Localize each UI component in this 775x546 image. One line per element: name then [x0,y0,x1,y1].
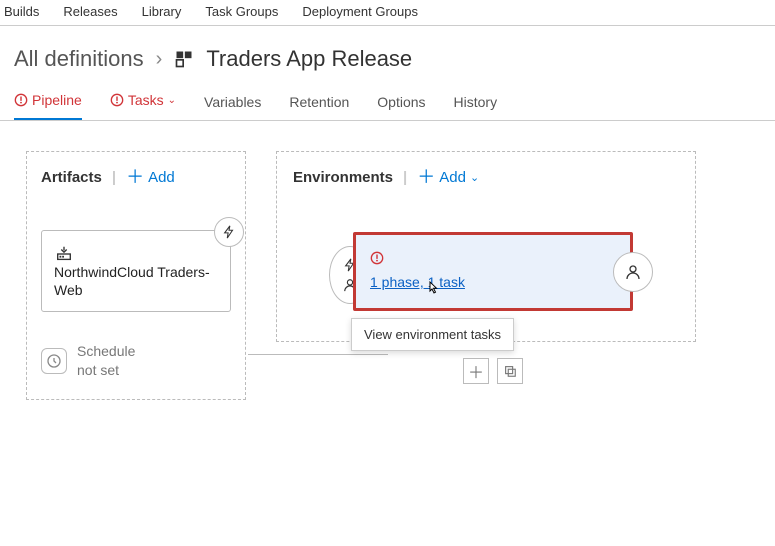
environments-panel: Environments | ＋ Add ⌄ [276,151,696,342]
add-label: Add [148,169,175,186]
tab-history[interactable]: History [454,94,498,120]
divider: | [403,169,407,186]
artifact-card[interactable]: NorthwindCloud Traders-Web [41,230,231,312]
postdeploy-conditions[interactable] [613,252,653,292]
trigger-badge[interactable] [214,217,244,247]
release-icon [174,49,194,69]
plus-icon: ＋ [417,168,435,186]
tooltip: View environment tasks [351,318,514,351]
build-source-icon [54,245,218,263]
env-actions: ＋ [463,358,523,384]
tab-variables[interactable]: Variables [204,94,261,120]
phase-task-link[interactable]: 1 phase, 1 task [370,274,465,290]
tab-retention[interactable]: Retention [289,94,349,120]
artifacts-panel: Artifacts | ＋ Add NorthwindCloud Traders… [26,151,246,400]
add-environment-button[interactable]: ＋ Add ⌄ [417,168,479,186]
add-label: Add [439,169,466,186]
environment-wrapper: 1 phase, 1 task View environment tasks ＋ [353,232,633,311]
plus-icon: ＋ [126,168,144,186]
tab-tasks-label: Tasks [128,92,164,108]
schedule-label: Schedule not set [77,342,157,378]
artifacts-title: Artifacts [41,169,102,186]
nav-builds[interactable]: Builds [4,4,39,19]
breadcrumb-all[interactable]: All definitions [14,46,144,72]
artifact-name: NorthwindCloud Traders-Web [54,263,218,299]
tab-options[interactable]: Options [377,94,425,120]
nav-releases[interactable]: Releases [63,4,117,19]
breadcrumb-separator: › [156,48,163,71]
chevron-down-icon: ⌄ [470,171,479,184]
error-icon [110,93,124,107]
tab-tasks[interactable]: Tasks ⌄ [110,92,176,118]
breadcrumb: All definitions › Traders App Release [0,26,775,84]
clone-icon[interactable] [497,358,523,384]
chevron-down-icon: ⌄ [168,95,176,106]
environment-card[interactable]: 1 phase, 1 task [353,232,633,311]
tab-pipeline-label: Pipeline [32,92,82,108]
tab-pipeline[interactable]: Pipeline [14,92,82,120]
person-icon [625,264,641,280]
lightning-icon [222,225,236,239]
error-icon [14,93,28,107]
nav-deploymentgroups[interactable]: Deployment Groups [302,4,418,19]
environments-title: Environments [293,169,393,186]
tab-bar: Pipeline Tasks ⌄ Variables Retention Opt… [0,84,775,121]
top-nav: Builds Releases Library Task Groups Depl… [0,0,775,26]
connector-line [248,354,388,355]
add-icon[interactable]: ＋ [463,358,489,384]
nav-library[interactable]: Library [142,4,182,19]
error-icon [370,251,384,265]
pipeline-canvas: Artifacts | ＋ Add NorthwindCloud Traders… [0,121,775,430]
page-title: Traders App Release [206,46,412,72]
nav-taskgroups[interactable]: Task Groups [205,4,278,19]
schedule-row[interactable]: Schedule not set [41,342,231,378]
clock-icon [41,348,67,374]
divider: | [112,169,116,186]
add-artifact-button[interactable]: ＋ Add [126,168,175,186]
